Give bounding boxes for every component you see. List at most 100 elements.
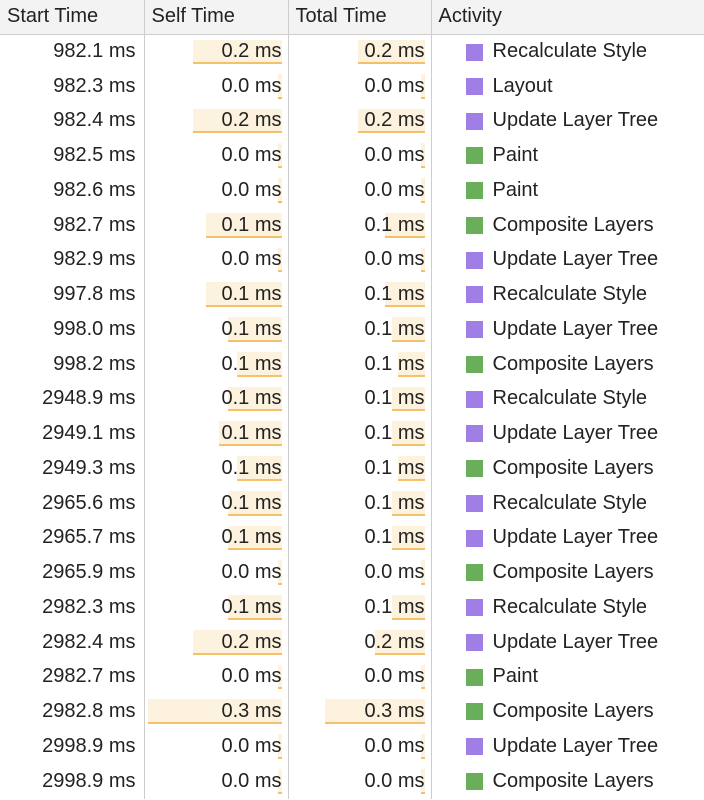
total-time-value: 0.1 ms: [364, 422, 425, 445]
total-time-value: 0.1 ms: [364, 213, 425, 236]
activity-label: Recalculate Style: [492, 283, 648, 306]
self-time-cell: 0.1 ms: [144, 416, 289, 451]
activity-cell: Recalculate Style: [431, 277, 704, 312]
activity-label: Update Layer Tree: [492, 248, 659, 271]
activity-color-swatch: [465, 772, 483, 790]
self-time-value: 0.1 ms: [221, 491, 282, 514]
total-time-cell: 0.1 ms: [288, 485, 432, 521]
activity-label: Composite Layers: [492, 213, 654, 236]
table-row[interactable]: 2965.7 ms 0.1 ms 0.1 ms Update Layer Tree: [0, 520, 704, 556]
activity-cell: Update Layer Tree: [431, 625, 704, 660]
activity-label: Update Layer Tree: [492, 630, 659, 653]
start-time-cell: 2949.1 ms: [0, 416, 145, 451]
total-time-cell: 0.1 ms: [288, 590, 432, 625]
table-row[interactable]: 2998.9 ms 0.0 ms 0.0 ms Update Layer Tree: [0, 729, 704, 764]
table-row[interactable]: 982.7 ms 0.1 ms 0.1 ms Composite Layers: [0, 207, 704, 243]
activity-cell: Recalculate Style: [431, 486, 704, 521]
table-row[interactable]: 2982.4 ms 0.2 ms 0.2 ms Update Layer Tree: [0, 624, 704, 660]
activity-label: Update Layer Tree: [492, 526, 659, 549]
self-time-cell: 0.1 ms: [144, 277, 289, 312]
table-row[interactable]: 2965.9 ms 0.0 ms 0.0 ms Composite Layers: [0, 555, 704, 590]
activity-label: Paint: [492, 665, 539, 688]
table-row[interactable]: 2998.9 ms 0.0 ms 0.0 ms Composite Layers: [0, 763, 704, 799]
table-row[interactable]: 982.1 ms 0.2 ms 0.2 ms Recalculate Style: [0, 34, 704, 69]
activity-color-swatch: [465, 494, 483, 512]
activity-cell: Recalculate Style: [431, 34, 704, 69]
activity-color-swatch: [465, 633, 483, 651]
activity-cell: Paint: [431, 660, 704, 695]
activity-label: Update Layer Tree: [492, 422, 659, 445]
table-row[interactable]: 997.8 ms 0.1 ms 0.1 ms Recalculate Style: [0, 277, 704, 312]
activity-color-swatch: [465, 425, 483, 443]
table-row[interactable]: 2948.9 ms 0.1 ms 0.1 ms Recalculate Style: [0, 381, 704, 417]
column-header-self-time[interactable]: Self Time: [144, 0, 289, 35]
self-time-cell: 0.1 ms: [144, 312, 289, 347]
table-row[interactable]: 2982.3 ms 0.1 ms 0.1 ms Recalculate Style: [0, 590, 704, 625]
table-row[interactable]: 2965.6 ms 0.1 ms 0.1 ms Recalculate Style: [0, 485, 704, 521]
start-time-cell: 997.8 ms: [0, 277, 145, 312]
total-time-cell: 0.0 ms: [288, 555, 432, 590]
total-time-cell: 0.1 ms: [288, 207, 432, 243]
total-time-value: 0.0 ms: [364, 561, 425, 584]
table-row[interactable]: 998.0 ms 0.1 ms 0.1 ms Update Layer Tree: [0, 312, 704, 347]
activity-cell: Composite Layers: [431, 451, 704, 486]
start-time-cell: 2965.6 ms: [0, 485, 145, 521]
activity-color-swatch: [465, 77, 483, 95]
total-time-cell: 0.2 ms: [288, 34, 432, 69]
table-body: 982.1 ms 0.2 ms 0.2 ms Recalculate Style 982…: [0, 34, 704, 799]
total-time-cell: 0.1 ms: [288, 312, 432, 347]
self-time-cell: 0.1 ms: [144, 451, 289, 486]
self-time-cell: 0.3 ms: [144, 694, 289, 729]
self-time-cell: 0.0 ms: [144, 659, 289, 695]
self-time-cell: 0.0 ms: [144, 173, 289, 208]
activity-label: Composite Layers: [492, 561, 654, 584]
total-time-value: 0.0 ms: [364, 74, 425, 97]
activity-color-swatch: [465, 43, 483, 61]
column-header-activity[interactable]: Activity: [431, 0, 704, 35]
activity-color-swatch: [465, 738, 483, 755]
table-row[interactable]: 982.3 ms 0.0 ms 0.0 ms Layout: [0, 68, 704, 104]
total-time-value: 0.0 ms: [364, 144, 425, 167]
total-time-value: 0.2 ms: [364, 109, 425, 132]
self-time-value: 0.2 ms: [221, 630, 282, 653]
total-time-cell: 0.1 ms: [288, 520, 432, 556]
total-time-cell: 0.1 ms: [288, 277, 432, 312]
activity-color-swatch: [465, 251, 483, 269]
self-time-value: 0.0 ms: [221, 734, 282, 757]
self-time-cell: 0.2 ms: [144, 103, 289, 139]
activity-color-swatch: [465, 355, 483, 373]
activity-color-swatch: [465, 390, 483, 408]
self-time-value: 0.0 ms: [221, 178, 282, 201]
table-row[interactable]: 998.2 ms 0.1 ms 0.1 ms Composite Layers: [0, 346, 704, 382]
table-row[interactable]: 2982.7 ms 0.0 ms 0.0 ms Paint: [0, 659, 704, 695]
self-time-cell: 0.1 ms: [144, 346, 289, 382]
self-time-value: 0.0 ms: [221, 248, 282, 271]
activity-color-swatch: [465, 182, 483, 199]
table-row[interactable]: 982.5 ms 0.0 ms 0.0 ms Paint: [0, 138, 704, 173]
total-time-cell: 0.0 ms: [288, 138, 432, 173]
table-row[interactable]: 2949.3 ms 0.1 ms 0.1 ms Composite Layers: [0, 451, 704, 486]
start-time-cell: 2982.7 ms: [0, 659, 145, 695]
table-row[interactable]: 982.4 ms 0.2 ms 0.2 ms Update Layer Tree: [0, 103, 704, 139]
column-header-start-time[interactable]: Start Time: [0, 0, 145, 35]
start-time-cell: 2949.3 ms: [0, 451, 145, 486]
table-row[interactable]: 982.6 ms 0.0 ms 0.0 ms Paint: [0, 173, 704, 208]
total-time-value: 0.1 ms: [364, 526, 425, 549]
column-header-total-time[interactable]: Total Time: [288, 0, 432, 35]
activity-cell: Update Layer Tree: [431, 243, 704, 278]
total-time-value: 0.1 ms: [364, 456, 425, 479]
self-time-cell: 0.0 ms: [144, 242, 289, 278]
total-time-cell: 0.2 ms: [288, 103, 432, 139]
total-time-value: 0.1 ms: [364, 387, 425, 410]
self-time-cell: 0.0 ms: [144, 729, 289, 764]
start-time-cell: 2982.3 ms: [0, 590, 145, 625]
total-time-cell: 0.0 ms: [288, 763, 432, 799]
table-row[interactable]: 982.9 ms 0.0 ms 0.0 ms Update Layer Tree: [0, 242, 704, 278]
table-row[interactable]: 2949.1 ms 0.1 ms 0.1 ms Update Layer Tree: [0, 416, 704, 451]
activity-label: Paint: [492, 144, 539, 167]
self-time-value: 0.0 ms: [221, 769, 282, 792]
table-row[interactable]: 2982.8 ms 0.3 ms 0.3 ms Composite Layers: [0, 694, 704, 729]
table-header: Start Time Self Time Total Time Activity: [0, 0, 704, 35]
total-time-cell: 0.0 ms: [288, 242, 432, 278]
start-time-cell: 982.1 ms: [0, 34, 145, 69]
